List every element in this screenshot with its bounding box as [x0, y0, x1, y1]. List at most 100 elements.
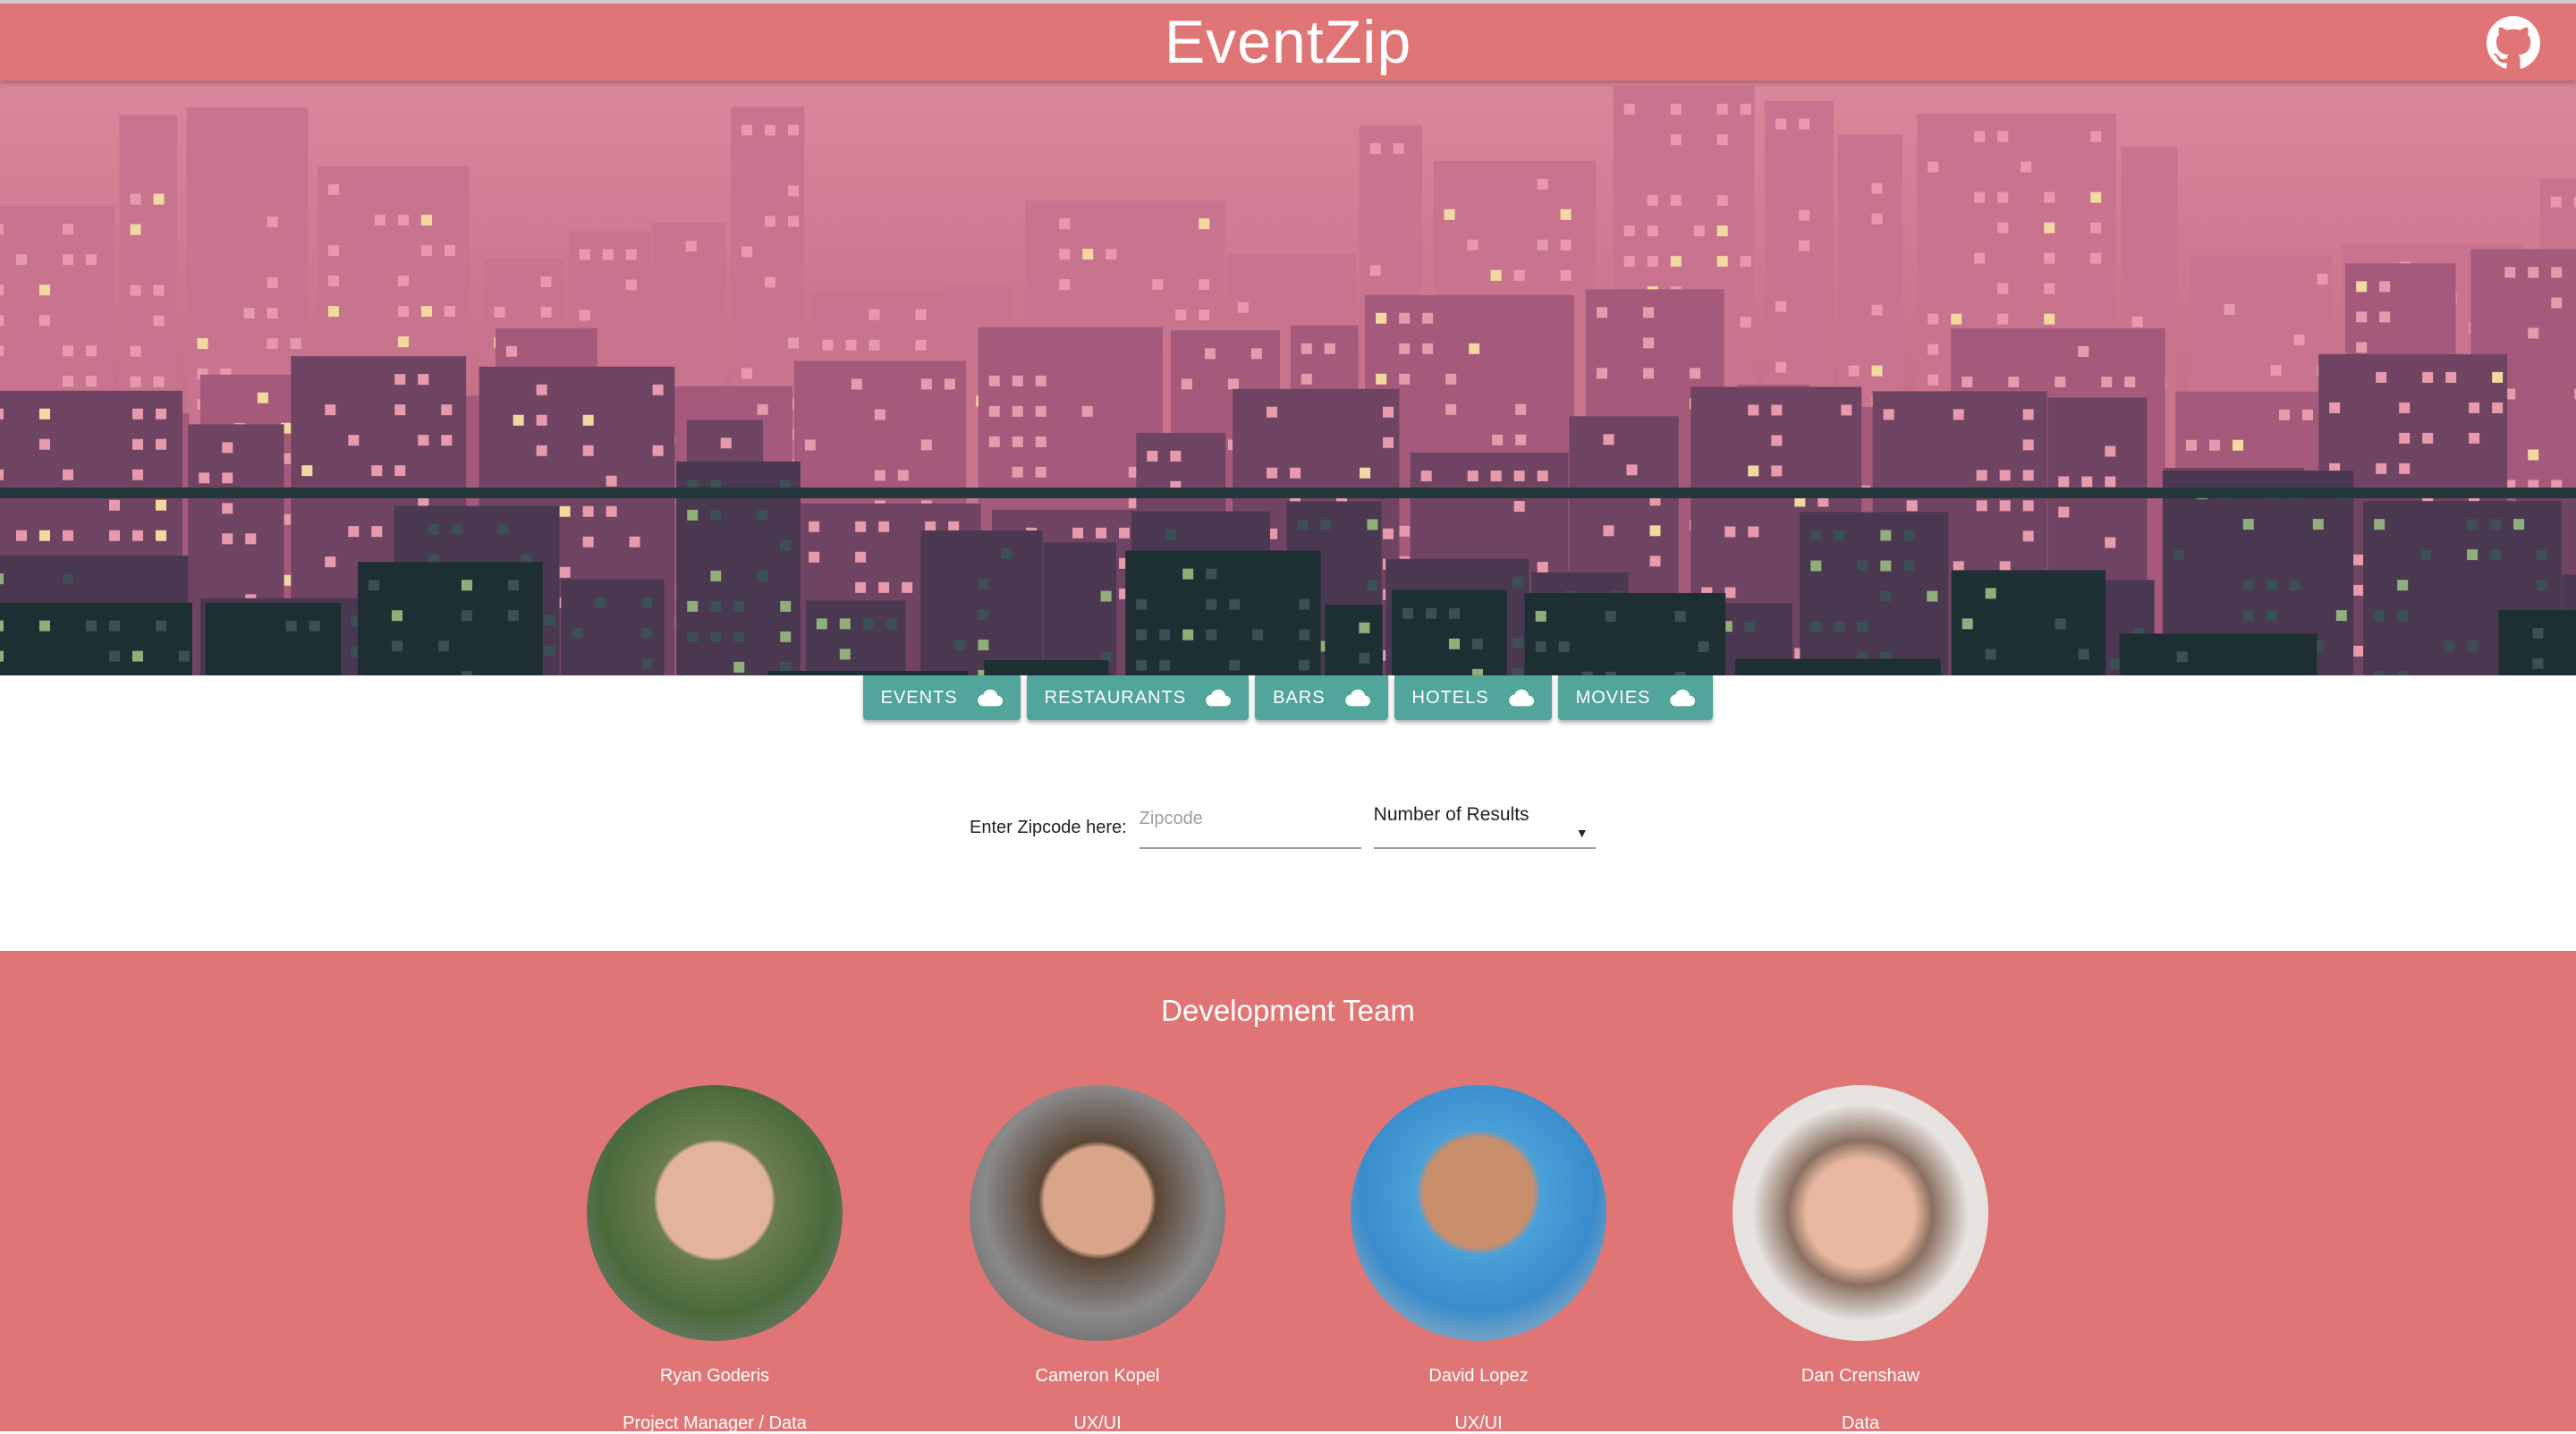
window [132, 409, 143, 420]
cityscape-banner [0, 81, 2576, 675]
window [2533, 658, 2544, 669]
number-of-results-select[interactable]: Number of Results ▼ [1374, 801, 1596, 849]
tab-bars[interactable]: BARS [1255, 675, 1387, 720]
tab-hotels[interactable]: HOTELS [1394, 675, 1552, 720]
window [710, 632, 721, 642]
window [2376, 463, 2386, 474]
tab-events[interactable]: EVENTS [863, 675, 1021, 720]
window [1170, 451, 1181, 462]
window [1199, 279, 1209, 290]
window [898, 470, 909, 480]
window [156, 409, 166, 420]
window [2090, 192, 2101, 203]
window [375, 215, 386, 225]
github-icon[interactable] [2487, 16, 2540, 70]
window [109, 500, 120, 511]
window [2243, 519, 2254, 530]
window [2000, 500, 2011, 511]
window [328, 306, 339, 317]
window [1775, 362, 1786, 373]
window [2533, 628, 2544, 639]
window [1472, 639, 1483, 649]
window [1199, 310, 1209, 320]
window [2021, 162, 2031, 173]
window [245, 533, 256, 544]
window [1059, 249, 1070, 259]
window [2290, 580, 2301, 590]
window [653, 445, 664, 456]
window [1383, 437, 1394, 448]
window [86, 376, 97, 386]
window [1648, 256, 1658, 267]
window [2023, 409, 2034, 420]
window [1810, 561, 1821, 572]
window [1360, 468, 1370, 479]
window [2528, 449, 2538, 460]
tab-movies[interactable]: MOVIES [1558, 675, 1714, 720]
window [606, 506, 617, 517]
window [1834, 622, 1844, 632]
window [989, 437, 1000, 447]
window [199, 472, 209, 483]
window [495, 307, 505, 318]
window [2492, 372, 2503, 383]
window [710, 510, 721, 521]
window [1962, 618, 1973, 629]
window [1399, 526, 1410, 537]
window [1301, 344, 1312, 354]
zipcode-input[interactable] [1140, 805, 1361, 849]
window [258, 393, 268, 403]
window [1383, 407, 1394, 418]
window [1159, 630, 1170, 641]
window [2336, 610, 2347, 621]
window [1513, 638, 1523, 649]
window [1267, 468, 1277, 479]
window [1165, 530, 1176, 540]
window [1426, 608, 1436, 619]
cityscape-illustration [0, 81, 2576, 675]
window [1538, 179, 1548, 190]
window [1538, 471, 1548, 481]
window [989, 376, 1000, 386]
window [1445, 209, 1455, 220]
zipcode-label: Enter Zipcode here: [970, 818, 1127, 849]
window [2105, 538, 2115, 548]
window [1717, 195, 1728, 206]
window [2537, 549, 2547, 560]
window [1799, 119, 1809, 130]
window [1136, 660, 1147, 671]
window [398, 276, 409, 286]
window [1445, 404, 1456, 415]
window [1834, 530, 1844, 541]
window [1671, 195, 1682, 206]
window [978, 609, 988, 620]
window [1182, 630, 1193, 641]
window [641, 628, 652, 639]
window [1841, 404, 1852, 415]
window [537, 415, 547, 426]
window [2490, 549, 2501, 560]
window [2101, 377, 2112, 387]
window [392, 610, 402, 621]
team-member: David Lopez UX/UI [1300, 1085, 1657, 1434]
window [765, 124, 775, 135]
window [2058, 507, 2069, 518]
window [741, 368, 752, 378]
window [1997, 314, 2008, 325]
window [2079, 649, 2089, 659]
window [583, 537, 594, 547]
window [1251, 348, 1262, 359]
window [2469, 433, 2479, 444]
window [1799, 210, 1809, 221]
window [721, 437, 732, 448]
window [156, 530, 166, 541]
window [2058, 477, 2069, 488]
window [2302, 410, 2313, 420]
window [1997, 223, 2008, 233]
window [1561, 240, 1572, 250]
window [886, 618, 897, 629]
window [498, 523, 509, 534]
window [154, 316, 165, 327]
tab-restaurants[interactable]: RESTAURANTS [1027, 675, 1249, 720]
window [2397, 580, 2408, 590]
